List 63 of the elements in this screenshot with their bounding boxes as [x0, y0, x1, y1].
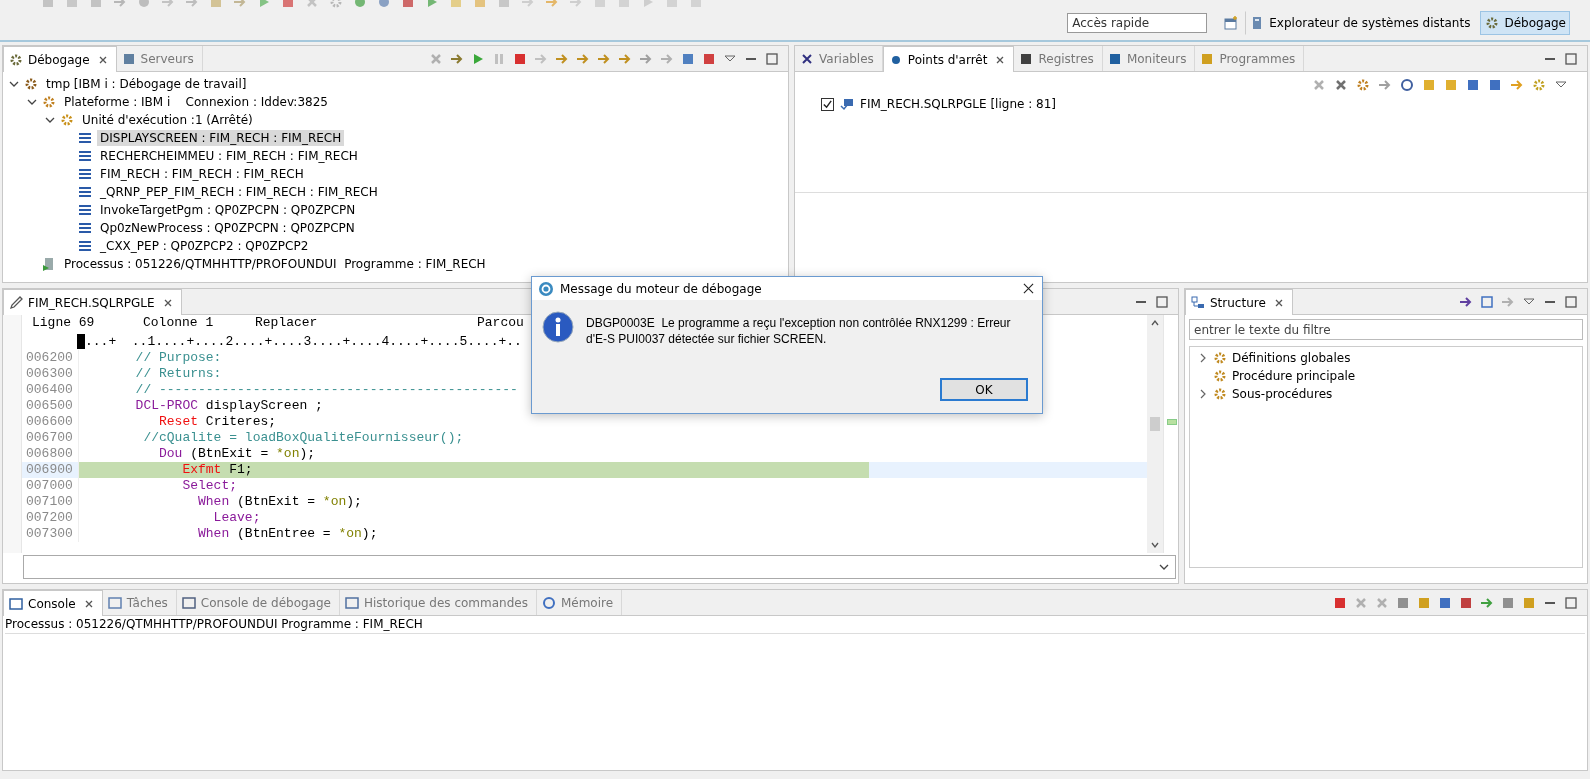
line-number: 006500 — [22, 398, 79, 414]
line-number: 006400 — [22, 382, 79, 398]
dialog-title: Message du moteur de débogage — [560, 281, 763, 296]
tree-item[interactable]: Unité d'exécution :1 (Arrêté) — [79, 112, 256, 128]
perspective-button[interactable]: Débogage — [1480, 11, 1570, 35]
view-tab[interactable]: Console — [3, 590, 103, 616]
code-line: Leave; — [212, 510, 262, 526]
line-number: 006700 — [22, 430, 79, 446]
view-tab[interactable]: Console de débogage — [176, 590, 340, 615]
view-tab[interactable]: Structure — [1185, 289, 1293, 315]
status-text: Replacer — [255, 315, 319, 332]
tree-item[interactable]: Processus : 051226/QTMHHTTP/PROFOUNDUI Programme : FIM_RECH — [61, 256, 489, 272]
filter-field[interactable]: entrer le texte du filtre — [1189, 319, 1583, 340]
code-line: // Purpose: — [134, 350, 223, 366]
view-tab[interactable]: Historique des commandes — [339, 590, 537, 615]
dialog-message: DBGP0003E Le programme a reçu l'exception non contrôlée RNX1299 : Erreur d'E-S PUI0037 détectée sur fichier SCREEN. — [586, 315, 1012, 347]
code-line: //cQualite = loadBoxQualiteFournisseur(); — [142, 430, 465, 446]
tree-item[interactable]: Qp0zNewProcess : QP0ZPCPN : QP0ZPCPN — [97, 220, 358, 236]
code-line: Reset Criteres; — [158, 414, 278, 430]
status-text: Parcou — [477, 315, 524, 332]
tree-item[interactable]: _QRNP_PEP_FIM_RECH : FIM_RECH : FIM_RECH — [97, 184, 381, 200]
console-title: Processus : 051226/QTMHHTTP/PROFOUNDUI Programme : FIM_RECH — [5, 617, 1585, 634]
code-line: Select; — [181, 478, 239, 494]
view-tab[interactable]: Variables — [795, 46, 883, 71]
code-line: When (BtnExit = *on); — [197, 494, 363, 510]
view-tab[interactable]: Mémoire — [536, 590, 623, 615]
line-number: 007300 — [22, 526, 79, 542]
line-number: 006600 — [22, 414, 79, 430]
perspective-button[interactable]: Explorateur de systèmes distants — [1245, 11, 1475, 35]
status-text: Ligne 69 — [32, 315, 96, 332]
editor-tab[interactable]: FIM_RECH.SQLRPGLE — [3, 289, 182, 315]
breakpoint-item[interactable]: FIM_RECH.SQLRPGLE [ligne : 81] — [860, 97, 1056, 111]
tree-item[interactable]: RECHERCHEIMMEU : FIM_RECH : FIM_RECH — [97, 148, 361, 164]
code-line: // ---------------------------------------------- — [134, 382, 519, 398]
tree-item[interactable]: Plateforme : IBM i Connexion : Iddev:3825 — [61, 94, 331, 110]
view-tab[interactable]: Registres — [1014, 46, 1103, 71]
ok-button[interactable]: OK — [940, 378, 1028, 401]
view-tab[interactable]: Serveurs — [116, 46, 203, 71]
line-number: 006300 — [22, 366, 79, 382]
code-line: // Returns: — [134, 366, 223, 382]
outline-item[interactable]: Procédure principale — [1232, 369, 1356, 383]
line-number: 007100 — [22, 494, 79, 510]
view-tab[interactable]: Tâches — [102, 590, 177, 615]
code-line: When (BtnEntree = *on); — [197, 526, 379, 542]
tree-item[interactable]: tmp [IBM i : Débogage de travail] — [43, 76, 250, 92]
line-number: 007200 — [22, 510, 79, 526]
quick-access-field[interactable]: Accès rapide — [1067, 13, 1208, 33]
tree-item[interactable]: FIM_RECH : FIM_RECH : FIM_RECH — [97, 166, 307, 182]
status-text: Colonne 1 — [143, 315, 215, 332]
line-number: 007000 — [22, 478, 79, 494]
view-tab[interactable]: Débogage — [3, 46, 117, 72]
tree-item[interactable]: _CXX_PEP : QP0ZPCP2 : QP0ZPCP2 — [97, 238, 312, 254]
view-tab[interactable]: Moniteurs — [1102, 46, 1196, 71]
outline-item[interactable]: Sous-procédures — [1232, 387, 1333, 401]
tree-item[interactable]: DISPLAYSCREEN : FIM_RECH : FIM_RECH — [97, 130, 345, 146]
column-ruler: ...+ ..1....+....2....+....3....+....4....+....5....+.. — [85, 333, 522, 349]
tree-item[interactable]: InvokeTargetPgm : QP0ZPCPN : QP0ZPCPN — [97, 202, 359, 218]
outline-item[interactable]: Définitions globales — [1232, 351, 1351, 365]
code-line: DCL-PROC displayScreen ; — [134, 398, 324, 414]
code-line: Dou (BtnExit = *on); — [158, 446, 317, 462]
line-number: 006200 — [22, 350, 79, 366]
view-tab[interactable]: Programmes — [1195, 46, 1305, 71]
view-tab[interactable]: Points d'arrêt — [882, 46, 1015, 72]
